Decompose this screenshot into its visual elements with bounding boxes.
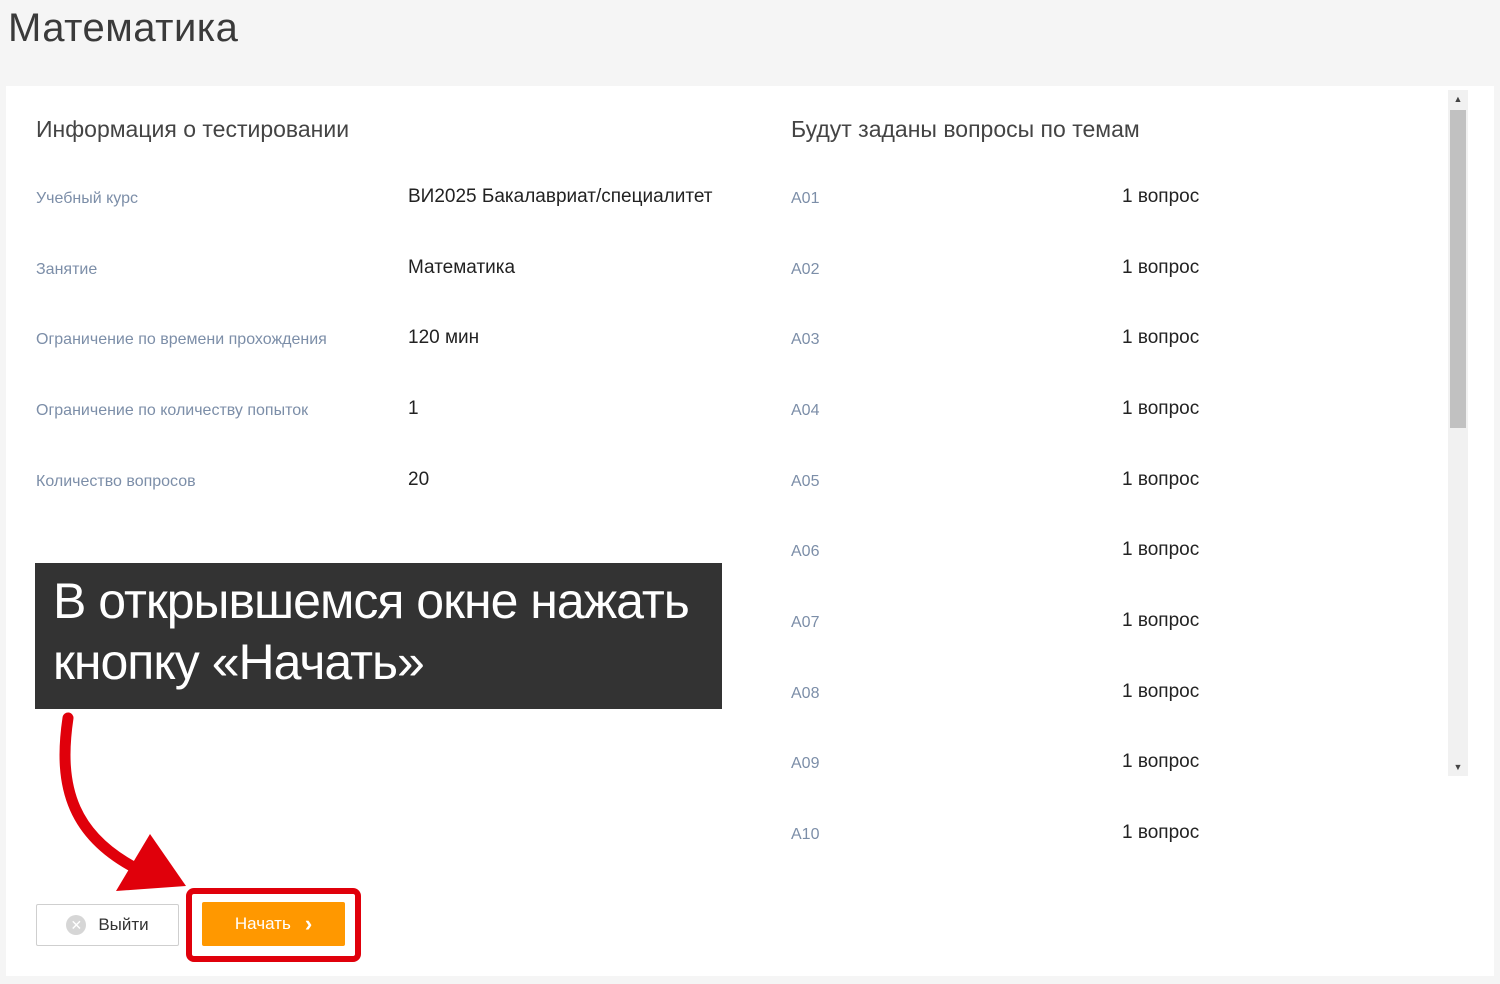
callout-line-2: кнопку «Начать»	[53, 634, 425, 690]
topic-count: 1 вопрос	[1122, 539, 1200, 560]
topic-name: A02	[791, 261, 820, 278]
scroll-down-arrow-icon[interactable]: ▼	[1448, 758, 1468, 776]
topic-name: A03	[791, 331, 820, 348]
chevron-right-icon: ›	[304, 911, 313, 936]
scroll-thumb[interactable]	[1450, 110, 1466, 428]
topic-count: 1 вопрос	[1122, 610, 1200, 631]
info-value: ВИ2025 Бакалавриат/специалитет	[408, 186, 713, 207]
topic-count: 1 вопрос	[1122, 751, 1200, 772]
topic-name: A05	[791, 473, 820, 490]
start-button[interactable]: Начать ›	[202, 902, 345, 946]
instruction-callout: В открывшемся окне нажать кнопку «Начать…	[35, 563, 722, 709]
list-item: A10 1 вопрос	[791, 818, 1441, 858]
info-value: 1	[408, 398, 419, 419]
info-label: Ограничение по количеству попыток	[36, 402, 309, 419]
info-label: Учебный курс	[36, 190, 138, 207]
callout-line-1: В открывшемся окне нажать	[53, 573, 690, 629]
topic-count: 1 вопрос	[1122, 398, 1200, 419]
list-item: A04 1 вопрос	[791, 394, 1441, 434]
page-title: Математика	[8, 6, 239, 50]
topic-name: A09	[791, 755, 820, 772]
topic-count: 1 вопрос	[1122, 469, 1200, 490]
topics-heading: Будут заданы вопросы по темам	[791, 116, 1140, 142]
list-item: A06 1 вопрос	[791, 535, 1441, 575]
topic-name: A10	[791, 826, 820, 843]
info-label: Занятие	[36, 261, 98, 278]
info-row-attempts: Ограничение по количеству попыток 1	[36, 394, 756, 434]
info-value: 120 мин	[408, 327, 480, 348]
info-heading: Информация о тестировании	[36, 116, 350, 142]
topic-count: 1 вопрос	[1122, 822, 1200, 843]
list-item: A07 1 вопрос	[791, 606, 1441, 646]
start-button-label: Начать	[234, 914, 291, 933]
topic-name: A04	[791, 402, 820, 419]
info-label: Ограничение по времени прохождения	[36, 331, 327, 348]
info-row-question-count: Количество вопросов 20	[36, 465, 756, 505]
info-value: Математика	[408, 257, 516, 278]
list-item: A02 1 вопрос	[791, 253, 1441, 293]
list-item: A05 1 вопрос	[791, 465, 1441, 505]
info-value: 20	[408, 469, 430, 490]
info-row-lesson: Занятие Математика	[36, 253, 756, 293]
exit-button-label: Выйти	[98, 915, 149, 934]
topic-count: 1 вопрос	[1122, 257, 1200, 278]
topic-count: 1 вопрос	[1122, 186, 1200, 207]
topic-name: A01	[791, 190, 820, 207]
topic-name: A08	[791, 685, 820, 702]
topic-count: 1 вопрос	[1122, 327, 1200, 348]
info-row-course: Учебный курс ВИ2025 Бакалавриат/специали…	[36, 182, 756, 222]
list-item: A01 1 вопрос	[791, 182, 1441, 222]
topic-count: 1 вопрос	[1122, 681, 1200, 702]
info-row-time-limit: Ограничение по времени прохождения 120 м…	[36, 323, 756, 363]
topics-scrollbar[interactable]: ▲ ▼	[1448, 90, 1468, 776]
list-item: A03 1 вопрос	[791, 323, 1441, 363]
exit-button[interactable]: ✕ Выйти	[36, 904, 179, 946]
topics-list[interactable]: A01 1 вопрос A02 1 вопрос A03 1 вопрос A…	[791, 176, 1474, 862]
topic-name: A06	[791, 543, 820, 560]
info-label: Количество вопросов	[36, 473, 196, 490]
list-item: A08 1 вопрос	[791, 677, 1441, 717]
close-circle-icon: ✕	[66, 915, 87, 935]
list-item: A09 1 вопрос	[791, 747, 1441, 787]
scroll-up-arrow-icon[interactable]: ▲	[1448, 90, 1468, 108]
topic-name: A07	[791, 614, 820, 631]
